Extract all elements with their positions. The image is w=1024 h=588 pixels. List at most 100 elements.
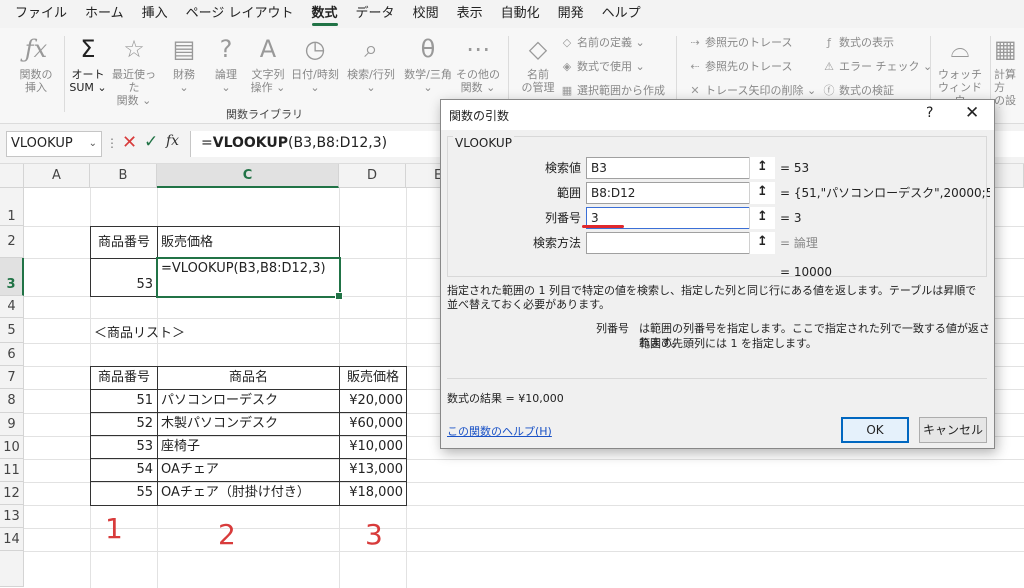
trace-precedents-button[interactable]: ⇢ 参照元のトレース [688,34,792,52]
tab-view[interactable]: 表示 [448,0,492,28]
row-header-3[interactable]: 3 [0,258,24,296]
cell-c2-header[interactable]: 販売価格 [157,226,340,259]
row-header-4[interactable]: 4 [0,296,24,318]
tab-help[interactable]: ヘルプ [593,0,650,28]
dialog-titlebar[interactable]: 関数の引数 ? ✕ [441,100,994,130]
row-header-14[interactable]: 14 [0,528,24,551]
calculation-options-button[interactable]: ▦ 計算方 の設定 [994,32,1024,108]
tab-data[interactable]: データ [347,0,404,28]
arg-input-range-lookup[interactable] [586,232,775,254]
collapse-dialog-icon[interactable]: ↥ [749,182,775,204]
use-in-formula-button[interactable]: ◈ 数式で使用 ⌄ [560,58,645,76]
collapse-dialog-icon[interactable]: ↥ [749,232,775,254]
collapse-dialog-icon[interactable]: ↥ [749,157,775,179]
tab-formulas[interactable]: 数式 [303,0,347,28]
enter-check-icon[interactable]: ✓ [144,132,158,152]
row-header-9[interactable]: 9 [0,413,24,436]
lookup-reference-button[interactable]: ⌕ 検索/行列 ⌄ [345,32,397,108]
table-header-id[interactable]: 商品番号 [90,366,158,390]
tab-home[interactable]: ホーム [76,0,133,28]
datetime-button[interactable]: ◷ 日付/時刻 ⌄ [289,32,341,108]
cell-b2-header[interactable]: 商品番号 [90,226,158,259]
row-header-15[interactable] [0,551,24,587]
row-header-1[interactable]: 1 [0,188,24,226]
table-row-name[interactable]: 座椅子 [157,435,340,459]
select-all-corner[interactable] [0,164,24,188]
row-header-8[interactable]: 8 [0,389,24,413]
row-header-12[interactable]: 12 [0,482,24,505]
trace-dependents-button[interactable]: ⇠ 参照先のトレース [688,58,792,76]
annotation-column-2: 2 [218,518,236,551]
cell-b3-value[interactable]: 53 [90,258,158,297]
table-row-id[interactable]: 54 [90,458,158,482]
tag-small-icon: ◇ [562,36,572,49]
annotation-column-3: 3 [365,518,383,551]
column-header-c[interactable]: C [157,164,339,188]
recent-functions-button[interactable]: ☆ 最近使った 関数 ⌄ [108,32,160,108]
table-row-id[interactable]: 55 [90,481,158,506]
table-row-name[interactable]: OAチェア（肘掛け付き） [157,481,340,506]
column-header-a[interactable]: A [24,164,90,188]
text-button[interactable]: A 文字列 操作 ⌄ [242,32,294,108]
function-help-link[interactable]: この関数のヘルプ(H) [447,423,552,439]
row-header-5[interactable]: 5 [0,318,24,343]
name-box[interactable]: VLOOKUP ⌄ [6,131,102,157]
column-header-d[interactable]: D [339,164,406,188]
row-header-6[interactable]: 6 [0,343,24,366]
help-question-icon[interactable]: ? [926,105,933,121]
tab-insert[interactable]: 挿入 [133,0,177,28]
table-row-price[interactable]: ¥18,000 [339,481,407,506]
function-description: 指定された範囲の 1 列目で特定の値を検索し、指定した列と同じ行にある値を返しま… [447,284,977,311]
table-row-name[interactable]: パソコンローデスク [157,389,340,413]
row-header-7[interactable]: 7 [0,366,24,389]
close-icon[interactable]: ✕ [965,103,979,123]
ok-button[interactable]: OK [841,417,909,443]
table-row-name[interactable]: 木製パソコンデスク [157,412,340,436]
watch-window-button[interactable]: ⌓ ウォッチ ウィンドウ [934,32,986,108]
table-row-id[interactable]: 52 [90,412,158,436]
tab-page-layout[interactable]: ページ レイアウト [177,0,303,28]
more-functions-button[interactable]: ⋯ その他の 関数 ⌄ [452,32,504,108]
evaluate-formula-button[interactable]: ⓕ 数式の検証 [822,82,895,100]
column-header-b[interactable]: B [90,164,157,188]
table-row-id[interactable]: 51 [90,389,158,413]
table-row-price[interactable]: ¥60,000 [339,412,407,436]
remove-arrows-button[interactable]: ✕ トレース矢印の削除 ⌄ [688,82,816,100]
table-header-name[interactable]: 商品名 [157,366,340,390]
cancel-button[interactable]: キャンセル [919,417,987,443]
error-checking-button[interactable]: ⚠ エラー チェック ⌄ [822,58,932,76]
row-header-2[interactable]: 2 [0,226,24,258]
vertical-dots-icon[interactable]: ⋮ [106,136,118,150]
name-manager-button[interactable]: ◇ 名前 の管理 [512,32,564,108]
table-row-id[interactable]: 53 [90,435,158,459]
tab-review[interactable]: 校閲 [404,0,448,28]
row-header-13[interactable]: 13 [0,505,24,528]
ellipsis-book-icon: ⋯ [466,35,490,63]
tab-developer[interactable]: 開発 [549,0,593,28]
insert-function-fx-icon[interactable]: fx [166,133,179,149]
insert-function-button[interactable]: ƒx 関数の 挿入 [10,32,62,108]
table-row-price[interactable]: ¥20,000 [339,389,407,413]
chevron-down-icon[interactable]: ⌄ [89,132,97,156]
collapse-dialog-icon[interactable]: ↥ [749,207,775,229]
tab-automate[interactable]: 自動化 [492,0,549,28]
create-from-selection-button[interactable]: ▦ 選択範囲から作成 [560,82,665,100]
row-header-10[interactable]: 10 [0,436,24,459]
table-row-price[interactable]: ¥10,000 [339,435,407,459]
function-name-legend: VLOOKUP [453,136,514,150]
define-name-button[interactable]: ◇ 名前の定義 ⌄ [560,34,645,52]
show-formulas-button[interactable]: ƒ 数式の表示 [822,34,894,52]
product-list-title[interactable]: ＜商品リスト＞ [94,322,185,341]
table-header-price[interactable]: 販売価格 [339,366,407,390]
formula-result: 数式の結果 = ¥10,000 [447,392,564,405]
active-cell-cursor [156,257,343,300]
row-header-11[interactable]: 11 [0,459,24,482]
autosum-button[interactable]: Σ オート SUM ⌄ [62,32,114,108]
arg-input-lookup-value[interactable]: B3 [586,157,775,179]
arg-input-table-array[interactable]: B8:D12 [586,182,775,204]
table-row-price[interactable]: ¥13,000 [339,458,407,482]
math-trig-button[interactable]: θ 数学/三角 ⌄ [402,32,454,108]
cancel-icon[interactable]: ✕ [122,132,137,153]
table-row-name[interactable]: OAチェア [157,458,340,482]
tab-file[interactable]: ファイル [6,0,76,28]
